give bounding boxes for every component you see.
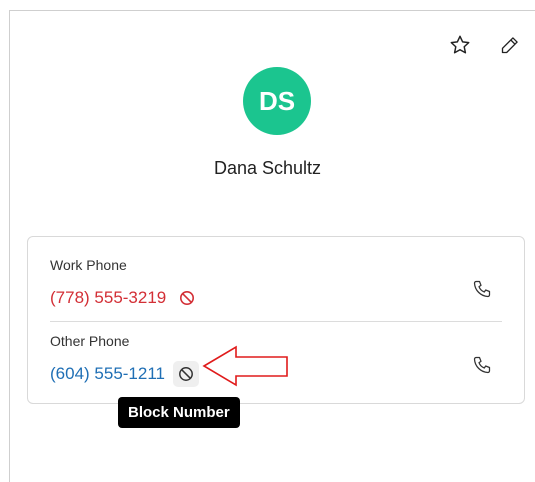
favorite-button[interactable] (447, 32, 473, 58)
block-icon (180, 291, 195, 305)
call-button[interactable] (468, 275, 496, 303)
edit-button[interactable] (497, 32, 523, 58)
block-number-button[interactable] (173, 361, 199, 387)
phone-number[interactable]: (604) 555-1211 (50, 364, 165, 384)
call-button[interactable] (468, 351, 496, 379)
block-number-tooltip: Block Number (118, 397, 240, 428)
unblock-number-button[interactable] (174, 285, 200, 311)
row-divider (50, 321, 502, 322)
avatar-initials: DS (258, 85, 296, 116)
star-icon (450, 35, 470, 54)
pencil-icon (501, 37, 518, 54)
avatar: DS (243, 67, 311, 135)
panel-left-border (9, 10, 10, 482)
phone-icon (473, 280, 491, 298)
phone-label: Work Phone (50, 257, 127, 273)
panel-top-border (9, 10, 535, 11)
phone-icon (473, 356, 491, 374)
phone-label: Other Phone (50, 333, 130, 349)
block-icon (179, 367, 193, 381)
tooltip-text: Block Number (128, 404, 230, 421)
phone-number[interactable]: (778) 555-3219 (50, 288, 166, 308)
phone-row-work: Work Phone (778) 555-3219 (50, 257, 502, 327)
annotation-arrow (202, 345, 288, 387)
contact-name: Dana Schultz (213, 158, 322, 178)
